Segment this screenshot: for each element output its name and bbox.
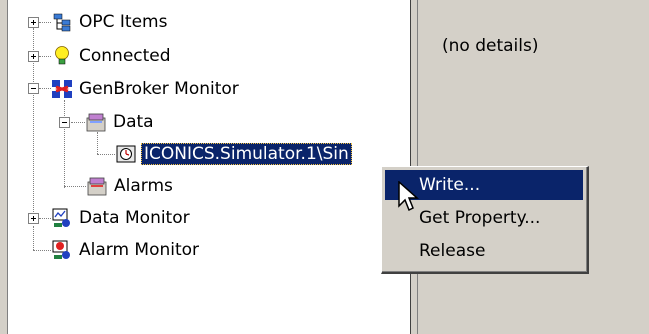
tree-item-label: OPC Items [79, 12, 168, 32]
tree-line [33, 226, 35, 250]
tree-item-connected[interactable]: Connected [51, 42, 173, 70]
tree-item-label: ICONICS.Simulator.1\Sin [141, 143, 352, 165]
expand-toggle-data-monitor[interactable] [28, 213, 39, 224]
tree-item-opc-items[interactable]: OPC Items [51, 8, 169, 36]
mouse-pointer-icon [398, 181, 419, 212]
data-monitor-icon [52, 208, 70, 227]
tree-item-label: GenBroker Monitor [79, 79, 239, 99]
collapse-toggle-genbroker[interactable] [28, 83, 39, 94]
tree-item-alarm-monitor[interactable]: Alarm Monitor [51, 236, 201, 264]
tree-line [64, 186, 86, 188]
network-monitor-icon [52, 80, 72, 98]
tree-item-label: Data [113, 112, 154, 132]
folder-alarms-icon [87, 177, 107, 196]
tag-item-icon [116, 145, 136, 163]
folder-data-icon [86, 113, 106, 132]
tree-line [39, 22, 51, 24]
lightbulb-icon [55, 46, 69, 65]
tree-line [39, 218, 51, 220]
tree-line [71, 122, 85, 124]
tree-line [33, 250, 51, 252]
tree-line [39, 56, 51, 58]
tree-line [39, 88, 51, 90]
tree-panel[interactable]: OPC Items Connected GenBroker Monitor Da… [0, 0, 410, 334]
tree-item-alarms[interactable]: Alarms [86, 172, 175, 200]
tree-item-label: Alarm Monitor [79, 240, 200, 260]
details-text: (no details) [442, 36, 539, 56]
tree-item-label: Data Monitor [79, 208, 190, 228]
collapse-toggle-data[interactable] [59, 117, 70, 128]
menu-item-release[interactable]: Release [385, 236, 583, 266]
tree-item-data-monitor[interactable]: Data Monitor [51, 204, 192, 232]
tree-item-data[interactable]: Data [85, 108, 156, 136]
panel-border [0, 0, 8, 334]
tree-line [64, 100, 66, 188]
tree-item-genbroker-monitor[interactable]: GenBroker Monitor [51, 75, 241, 103]
tree-line [97, 154, 115, 156]
expand-toggle-opc-items[interactable] [28, 17, 39, 28]
opc-items-icon [53, 13, 71, 32]
expand-toggle-connected[interactable] [28, 51, 39, 62]
alarm-monitor-icon [52, 240, 70, 259]
tree-item-iconics-simulator[interactable]: ICONICS.Simulator.1\Sin [115, 140, 352, 168]
tree-item-label: Alarms [114, 176, 173, 196]
tree-item-label: Connected [79, 46, 171, 66]
